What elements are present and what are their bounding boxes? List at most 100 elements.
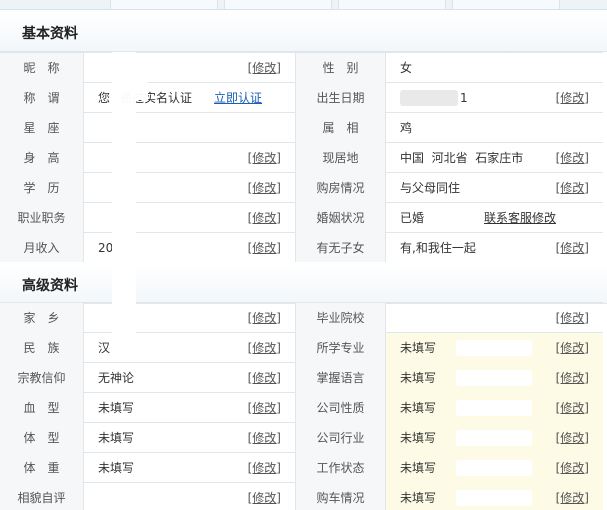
table-row: 身 高 [修改] 现居地 中国 河北省 石家庄市 [修改]: [0, 143, 603, 173]
chinese-zodiac-label: 属 相: [296, 113, 386, 143]
table-row: 家 乡 [修改] 毕业院校 [修改]: [0, 303, 603, 333]
tab-4[interactable]: [452, 0, 560, 9]
edit-height-link[interactable]: [修改]: [248, 143, 281, 173]
birthday-cell: 1 [修改]: [386, 83, 603, 113]
edit-blood-type-link[interactable]: [修改]: [248, 393, 281, 423]
edit-school-link[interactable]: [修改]: [556, 303, 589, 333]
language-label: 掌握语言: [296, 363, 386, 393]
children-value: 有,和我住一起: [400, 241, 476, 255]
language-input[interactable]: [456, 370, 532, 386]
weight-cell: 未填写 [修改]: [84, 453, 296, 483]
contact-support-link[interactable]: 联系客服修改: [484, 203, 556, 233]
school-cell: [修改]: [386, 303, 603, 333]
table-row: 学 历 [修改] 购房情况 与父母同住 [修改]: [0, 173, 603, 203]
tab-3[interactable]: [338, 0, 446, 9]
company-type-input[interactable]: [456, 400, 532, 416]
blood-type-value: 未填写: [98, 401, 135, 415]
residence-cell: 中国 河北省 石家庄市 [修改]: [386, 143, 603, 173]
housing-value: 与父母同住: [400, 181, 461, 195]
table-row: 月收入 20 [修改] 有无子女 有,和我住一起 [修改]: [0, 233, 603, 263]
blood-type-label: 血 型: [0, 393, 84, 423]
edit-work-status-link[interactable]: [修改]: [556, 453, 589, 483]
car-input[interactable]: [456, 490, 532, 506]
ethnicity-cell: 汉 [修改]: [84, 333, 296, 363]
company-type-cell: 未填写 [修改]: [386, 393, 603, 423]
work-status-input[interactable]: [456, 460, 532, 476]
work-status-label: 工作状态: [296, 453, 386, 483]
ethnicity-value: 汉: [98, 341, 111, 355]
edit-residence-link[interactable]: [修改]: [556, 143, 589, 173]
birthday-blur: [400, 90, 458, 106]
advanced-profile-table: 家 乡 [修改] 毕业院校 [修改] 民 族 汉 [修改] 所学专业 未填写 […: [0, 302, 603, 510]
chinese-zodiac-value: 鸡: [400, 121, 413, 135]
housing-cell: 与父母同住 [修改]: [386, 173, 603, 203]
industry-value: 未填写: [400, 431, 437, 445]
school-label: 毕业院校: [296, 303, 386, 333]
religion-value: 无神论: [98, 371, 135, 385]
edit-children-link[interactable]: [修改]: [556, 233, 589, 263]
edit-income-link[interactable]: [修改]: [248, 233, 281, 263]
car-cell: 未填写 [修改]: [386, 483, 603, 510]
edit-religion-link[interactable]: [修改]: [248, 363, 281, 393]
tab-2[interactable]: [224, 0, 332, 9]
language-cell: 未填写 [修改]: [386, 363, 603, 393]
major-label: 所学专业: [296, 333, 386, 363]
redaction-mask-extra: [136, 82, 148, 100]
table-row: 称 谓 您 通过实名认证 立即认证 出生日期 1 [修改]: [0, 83, 603, 113]
table-row: 职业职务 [修改] 婚姻状况 已婚 联系客服修改: [0, 203, 603, 233]
edit-industry-link[interactable]: [修改]: [556, 423, 589, 453]
edit-appearance-link[interactable]: [修改]: [248, 483, 281, 510]
children-label: 有无子女: [296, 233, 386, 263]
industry-input[interactable]: [456, 430, 532, 446]
housing-label: 购房情况: [296, 173, 386, 203]
major-input[interactable]: [456, 340, 532, 356]
edit-housing-link[interactable]: [修改]: [556, 173, 589, 203]
language-value: 未填写: [400, 371, 437, 385]
edit-company-type-link[interactable]: [修改]: [556, 393, 589, 423]
verify-now-link[interactable]: 立即认证: [214, 83, 262, 113]
tab-1[interactable]: [110, 0, 218, 9]
basic-section-title: 基本资料: [22, 26, 78, 42]
edit-ethnicity-link[interactable]: [修改]: [248, 333, 281, 363]
body-type-cell: 未填写 [修改]: [84, 423, 296, 453]
major-value: 未填写: [400, 341, 437, 355]
edit-car-link[interactable]: [修改]: [556, 483, 589, 510]
gender-value: 女: [400, 61, 413, 75]
major-cell: 未填写 [修改]: [386, 333, 603, 363]
ethnicity-label: 民 族: [0, 333, 84, 363]
edit-body-type-link[interactable]: [修改]: [248, 423, 281, 453]
weight-label: 体 重: [0, 453, 84, 483]
gender-cell: 女: [386, 53, 603, 83]
edit-hometown-link[interactable]: [修改]: [248, 303, 281, 333]
table-row: 体 型 未填写 [修改] 公司行业 未填写 [修改]: [0, 423, 603, 453]
religion-label: 宗教信仰: [0, 363, 84, 393]
work-status-cell: 未填写 [修改]: [386, 453, 603, 483]
edit-birthday-link[interactable]: [修改]: [556, 83, 589, 113]
table-row: 相貌自评 [修改] 购车情况 未填写 [修改]: [0, 483, 603, 510]
edit-language-link[interactable]: [修改]: [556, 363, 589, 393]
constellation-label: 星 座: [0, 113, 84, 143]
birthday-label: 出生日期: [296, 83, 386, 113]
income-value: 20: [98, 241, 114, 255]
industry-label: 公司行业: [296, 423, 386, 453]
advanced-section-title: 高级资料: [22, 278, 78, 294]
edit-major-link[interactable]: [修改]: [556, 333, 589, 363]
edit-occupation-link[interactable]: [修改]: [248, 203, 281, 233]
gender-label: 性 别: [296, 53, 386, 83]
edit-weight-link[interactable]: [修改]: [248, 453, 281, 483]
weight-value: 未填写: [98, 461, 135, 475]
hometown-label: 家 乡: [0, 303, 84, 333]
birthday-value: 1: [460, 91, 468, 105]
blood-type-cell: 未填写 [修改]: [84, 393, 296, 423]
tab-strip: [0, 0, 607, 10]
marital-status-label: 婚姻状况: [296, 203, 386, 233]
height-label: 身 高: [0, 143, 84, 173]
title-value: 您: [98, 91, 111, 105]
edit-education-link[interactable]: [修改]: [248, 173, 281, 203]
table-row: 血 型 未填写 [修改] 公司性质 未填写 [修改]: [0, 393, 603, 423]
children-cell: 有,和我住一起 [修改]: [386, 233, 603, 263]
car-label: 购车情况: [296, 483, 386, 510]
income-label: 月收入: [0, 233, 84, 263]
edit-nickname-link[interactable]: [修改]: [248, 53, 281, 83]
title-label: 称 谓: [0, 83, 84, 113]
